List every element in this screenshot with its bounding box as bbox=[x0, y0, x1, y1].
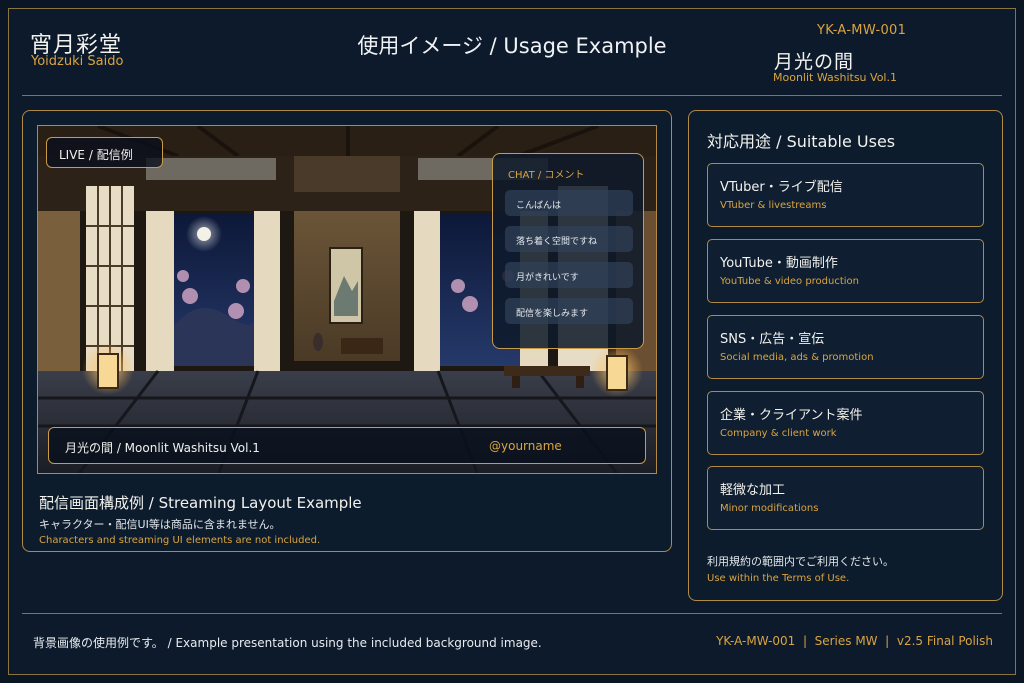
lower-third-bar: 月光の間 / Moonlit Washitsu Vol.1 @yourname bbox=[48, 427, 646, 464]
terms-note-jp: 利用規約の範囲内でご利用ください。 bbox=[707, 555, 894, 568]
footer-meta: YK-A-MW-001 | Series MW | v2.5 Final Pol… bbox=[716, 634, 993, 648]
chat-title: CHAT / コメント bbox=[508, 170, 585, 181]
caption-title: 配信画面構成例 / Streaming Layout Example bbox=[39, 494, 362, 512]
footer-note: 背景画像の使用例です。 / Example presentation using… bbox=[33, 636, 542, 650]
use-label-jp: VTuber・ライブ配信 bbox=[720, 180, 843, 195]
use-label-en: YouTube & video production bbox=[720, 276, 860, 287]
chat-message: 配信を楽しみます bbox=[505, 298, 633, 324]
caption-note-en: Characters and streaming UI elements are… bbox=[39, 535, 321, 546]
use-card-sns: SNS・広告・宣伝 Social media, ads & promotion bbox=[707, 315, 984, 379]
chat-message: 月がきれいです bbox=[505, 262, 633, 288]
product-name-jp: 月光の間 bbox=[774, 51, 855, 73]
chat-message: こんばんは bbox=[505, 190, 633, 216]
lower-third-title: 月光の間 / Moonlit Washitsu Vol.1 bbox=[65, 441, 260, 455]
use-label-jp: 企業・クライアント案件 bbox=[720, 408, 863, 423]
use-label-en: Social media, ads & promotion bbox=[720, 352, 874, 363]
use-label-en: Company & client work bbox=[720, 428, 837, 439]
use-label-en: Minor modifications bbox=[720, 503, 819, 514]
uses-title: 対応用途 / Suitable Uses bbox=[707, 132, 896, 151]
use-label-jp: SNS・広告・宣伝 bbox=[720, 332, 825, 347]
use-card-minor-modifications: 軽微な加工 Minor modifications bbox=[707, 466, 984, 530]
use-label-jp: YouTube・動画制作 bbox=[720, 256, 838, 271]
use-label-en: VTuber & livestreams bbox=[720, 200, 827, 211]
use-card-company: 企業・クライアント案件 Company & client work bbox=[707, 391, 984, 455]
use-label-jp: 軽微な加工 bbox=[720, 483, 786, 498]
product-code: YK-A-MW-001 bbox=[817, 23, 907, 38]
header-divider bbox=[22, 95, 1002, 96]
use-card-vtuber: VTuber・ライブ配信 VTuber & livestreams bbox=[707, 163, 984, 227]
live-badge: LIVE / 配信例 bbox=[46, 137, 163, 168]
caption-note-jp: キャラクター・配信UI等は商品に含まれません。 bbox=[39, 518, 281, 531]
footer-divider bbox=[22, 613, 1002, 614]
use-card-youtube: YouTube・動画制作 YouTube & video production bbox=[707, 239, 984, 303]
chat-overlay: CHAT / コメント こんばんは 落ち着く空間ですね 月がきれいです 配信を楽… bbox=[492, 153, 644, 349]
product-name-en: Moonlit Washitsu Vol.1 bbox=[773, 71, 897, 84]
chat-message: 落ち着く空間ですね bbox=[505, 226, 633, 252]
lower-third-handle: @yourname bbox=[489, 439, 562, 453]
terms-note-en: Use within the Terms of Use. bbox=[707, 573, 850, 584]
